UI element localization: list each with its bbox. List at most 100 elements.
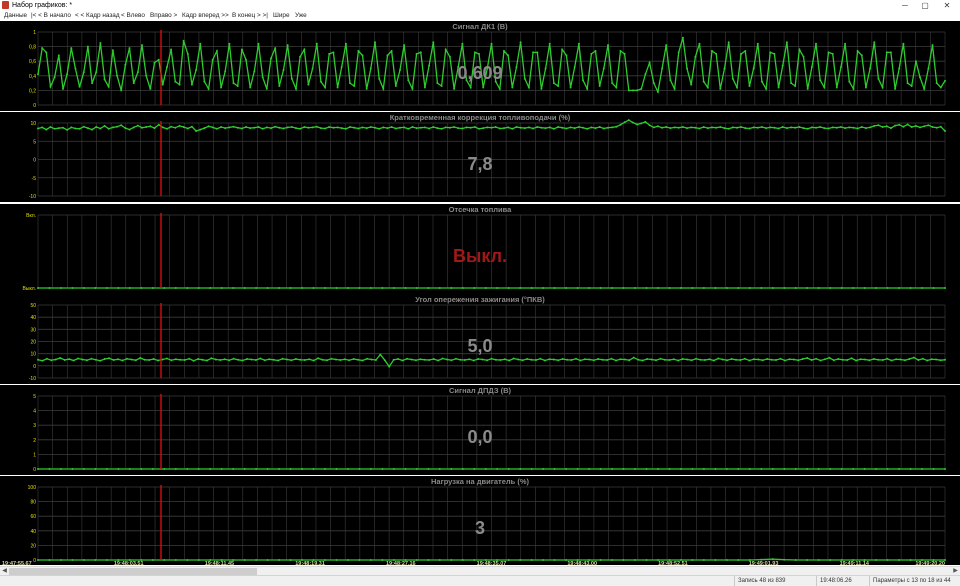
data-point xyxy=(459,358,462,361)
x-tick-label: 19:49:01.93 xyxy=(749,561,779,565)
data-point xyxy=(103,78,106,81)
menu-wider[interactable]: Шире xyxy=(273,11,290,21)
data-point xyxy=(677,359,680,362)
data-point xyxy=(153,127,156,130)
data-point xyxy=(590,52,593,55)
data-point xyxy=(739,359,742,361)
maximize-button[interactable]: ▢ xyxy=(914,0,936,11)
data-point xyxy=(378,77,381,80)
data-point xyxy=(257,42,260,45)
data-point xyxy=(232,287,235,289)
menu-to-start[interactable]: |< < В начало xyxy=(31,11,71,21)
data-point xyxy=(748,287,751,289)
data-point xyxy=(199,128,202,131)
data-point xyxy=(622,287,625,289)
data-point xyxy=(473,51,476,54)
data-point xyxy=(108,357,111,360)
x-tick-label: 19:48:52.51 xyxy=(658,561,688,565)
data-point xyxy=(881,126,884,128)
data-point xyxy=(552,358,555,361)
data-point xyxy=(272,358,275,361)
data-point xyxy=(914,124,917,127)
data-point xyxy=(837,358,840,360)
data-point xyxy=(648,61,651,64)
data-point xyxy=(397,358,400,360)
data-point xyxy=(850,357,853,360)
menu-data[interactable]: Данные xyxy=(4,11,27,21)
data-point xyxy=(565,127,568,130)
data-point xyxy=(730,358,733,360)
data-point xyxy=(179,358,182,361)
data-point xyxy=(557,126,560,128)
data-point xyxy=(931,126,934,128)
data-point xyxy=(797,359,800,362)
data-point xyxy=(268,358,271,361)
close-button[interactable]: ✕ xyxy=(936,0,958,11)
scroll-thumb[interactable] xyxy=(9,568,257,575)
data-point xyxy=(209,468,212,470)
data-point xyxy=(361,126,364,129)
data-point xyxy=(461,287,464,289)
menu-right[interactable]: Вправо > xyxy=(150,11,177,21)
data-point xyxy=(157,123,160,126)
chart-panel: 50 40 30 20 10 0 -10 Угол опережения зажигания … xyxy=(0,294,960,384)
data-point xyxy=(864,86,867,89)
data-point xyxy=(419,51,422,54)
data-point xyxy=(542,287,545,289)
data-point xyxy=(597,358,600,360)
data-point xyxy=(428,359,431,361)
menu-frame-back[interactable]: < < Кадр назад xyxy=(75,11,120,21)
data-point xyxy=(565,287,568,289)
menu-to-end[interactable]: В конец > >| xyxy=(232,11,268,21)
data-point xyxy=(307,83,310,86)
minimize-button[interactable]: ─ xyxy=(894,0,916,11)
data-point xyxy=(644,120,647,123)
data-point xyxy=(182,39,185,42)
data-point xyxy=(117,358,119,361)
data-point xyxy=(201,358,204,361)
data-point xyxy=(802,127,805,130)
data-point xyxy=(898,67,901,70)
data-point xyxy=(94,468,97,470)
data-point xyxy=(151,287,154,289)
data-point xyxy=(390,126,393,128)
data-point xyxy=(141,126,143,129)
data-point xyxy=(163,287,166,289)
data-point xyxy=(70,47,73,50)
data-point xyxy=(303,359,306,361)
data-point xyxy=(163,468,166,470)
data-point xyxy=(120,89,123,92)
data-point xyxy=(278,85,281,87)
data-point xyxy=(289,468,292,470)
menu-left[interactable]: < Влево xyxy=(121,11,145,21)
data-point xyxy=(515,66,518,68)
data-point xyxy=(760,80,763,83)
menu-frame-forward[interactable]: Кадр вперед >> xyxy=(182,11,229,21)
data-point xyxy=(324,127,327,130)
data-point xyxy=(681,126,684,128)
data-point xyxy=(48,287,51,289)
data-point xyxy=(141,44,143,47)
data-point xyxy=(769,51,772,54)
data-point xyxy=(278,126,281,129)
data-point xyxy=(508,359,511,362)
data-point xyxy=(74,67,77,70)
chart-area: 1 0,8 0,6 0,4 0,2 0 Сигнал ДК1 (В) 0,609 10 5 0 -5-… xyxy=(0,21,960,565)
y-tick-label: 5 xyxy=(33,139,36,145)
data-point xyxy=(586,87,589,90)
data-point xyxy=(690,126,693,129)
data-point xyxy=(348,359,351,362)
data-point xyxy=(199,42,202,45)
data-point xyxy=(136,124,139,127)
data-point xyxy=(553,287,556,289)
menu-narrower[interactable]: Уже xyxy=(295,11,307,21)
data-point xyxy=(369,126,372,128)
app-icon xyxy=(2,1,9,9)
data-point xyxy=(665,126,668,128)
data-point xyxy=(386,54,389,57)
panel-title: Нагрузка на двигатель (%) xyxy=(431,477,530,486)
data-point xyxy=(773,52,776,55)
data-point xyxy=(779,357,782,360)
data-point xyxy=(335,287,338,289)
data-point xyxy=(548,42,551,45)
